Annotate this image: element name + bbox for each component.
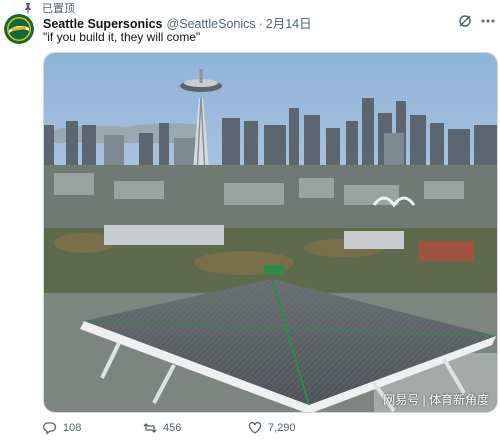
author-handle[interactable]: @SeattleSonics xyxy=(167,17,256,31)
reply-count: 108 xyxy=(63,422,82,434)
watermark: 网易号 | 体育新角度 xyxy=(383,393,489,407)
header-separator: · xyxy=(258,17,263,31)
tweet-media[interactable]: 网易号 | 体育新角度 xyxy=(43,52,498,413)
reply-icon xyxy=(43,422,57,435)
avatar[interactable] xyxy=(4,14,34,44)
like-count: 7,290 xyxy=(268,422,296,434)
retweet-icon xyxy=(143,423,157,433)
retweet-count: 456 xyxy=(163,422,182,434)
seattle-aerial-photo xyxy=(44,53,497,412)
heart-icon xyxy=(248,421,262,434)
retweet-button[interactable]: 456 xyxy=(143,421,181,435)
tweet-date[interactable]: 2月14日 xyxy=(266,13,312,32)
reply-button[interactable]: 108 xyxy=(43,421,81,435)
more-options-icon[interactable] xyxy=(480,16,496,26)
like-button[interactable]: 7,290 xyxy=(248,421,296,435)
tweet-header: Seattle Supersonics @SeattleSonics · 2月1… xyxy=(43,13,312,32)
tweet-text: "if you build it, they will come" xyxy=(43,30,201,44)
pin-icon xyxy=(22,2,34,14)
tweet-actions: 108 456 7,290 xyxy=(43,421,498,437)
grok-icon[interactable] xyxy=(458,14,472,28)
author-name[interactable]: Seattle Supersonics xyxy=(43,17,163,31)
